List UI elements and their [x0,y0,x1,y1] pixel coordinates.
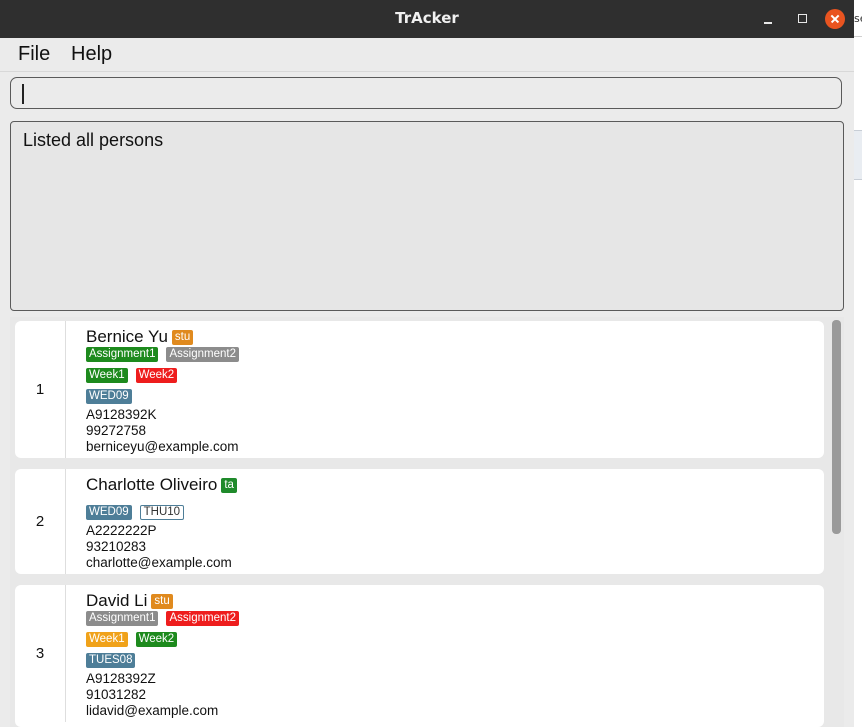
background-window: se [854,0,862,727]
person-email: lidavid@example.com [86,703,219,718]
background-panel [854,130,862,180]
assignment-tag: Assignment1 [86,347,159,362]
person-index: 1 [15,321,66,458]
person-index: 2 [15,469,66,574]
person-matric: A2222222P [86,523,157,538]
person-card[interactable]: 2 Charlotte Oliveiro ta WED09 THU10 A222… [15,469,824,574]
window-title: TrAcker [395,9,459,27]
window-titlebar: TrAcker [0,0,854,38]
person-name: Bernice Yu [86,327,168,346]
person-card[interactable]: 3 David Li stu Assignment1 Assignment2 W… [15,585,824,727]
week-tag: Week1 [86,368,128,383]
person-name: Charlotte Oliveiro [86,475,218,494]
person-email: charlotte@example.com [86,555,232,570]
result-display: Listed all persons [10,121,844,311]
week-tag: Week1 [86,632,128,647]
person-list[interactable]: 1 Bernice Yu stu Assignment1 Assignment2… [10,317,844,727]
command-input[interactable] [10,77,842,109]
person-phone: 93210283 [86,539,147,554]
text-caret [22,84,24,104]
role-tag: stu [151,593,173,609]
menu-help[interactable]: Help [71,43,112,66]
list-scrollbar[interactable] [832,320,841,534]
person-name: David Li [86,591,148,610]
week-tag: Week2 [135,368,178,383]
menu-bar: File Help [0,38,854,72]
tutorial-slot-tag: WED09 [86,505,132,520]
person-index: 3 [15,585,66,722]
person-email: berniceyu@example.com [86,439,239,454]
role-tag: ta [221,477,237,493]
tutorial-slot-tag: WED09 [86,389,132,404]
person-phone: 91031282 [86,687,147,702]
background-divider [854,36,862,37]
tutorial-slot-tag: TUES08 [86,653,136,668]
assignment-tag: Assignment2 [166,611,239,626]
menu-file[interactable]: File [18,43,50,66]
background-window-text: se [854,12,862,25]
person-matric: A9128392K [86,407,157,422]
maximize-icon[interactable] [791,8,813,30]
app-window: File Help Listed all persons 1 Bernice Y… [0,38,854,727]
week-tag: Week2 [135,632,178,647]
person-card[interactable]: 1 Bernice Yu stu Assignment1 Assignment2… [15,321,824,458]
result-text: Listed all persons [23,130,164,150]
close-icon[interactable] [825,9,845,29]
minimize-icon[interactable] [757,8,779,30]
person-phone: 99272758 [86,423,147,438]
tutorial-slot-tag: THU10 [139,505,185,520]
person-matric: A9128392Z [86,671,156,686]
role-tag: stu [171,329,194,345]
assignment-tag: Assignment2 [166,347,239,362]
assignment-tag: Assignment1 [86,611,159,626]
